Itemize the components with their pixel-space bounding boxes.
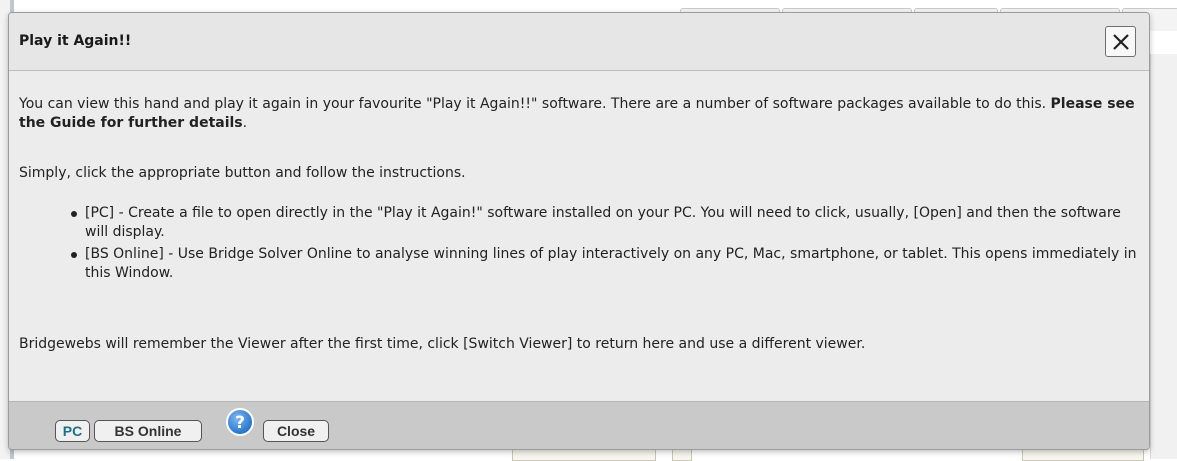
svg-text:?: ? [235,413,245,433]
pc-option-text: [PC] - Create a file to open directly in… [85,205,1121,240]
background-right-panel [1150,54,1177,459]
close-icon [1113,34,1129,50]
help-icon: ? [226,408,254,436]
dialog-footer: PC BS Online ? Close [9,401,1149,449]
bs-online-button[interactable]: BS Online [94,420,202,442]
question-help-icon[interactable]: ? [225,407,255,437]
list-item: [PC] - Create a file to open directly in… [19,204,1139,242]
dialog-content: You can view this hand and play it again… [9,71,1149,401]
dialog-title: Play it Again!! [19,33,132,49]
intro-text: You can view this hand and play it again… [19,96,1051,112]
remember-viewer-paragraph: Bridgewebs will remember the Viewer afte… [19,336,866,352]
instructions-paragraph: Simply, click the appropriate button and… [19,165,466,181]
list-item: [BS Online] - Use Bridge Solver Online t… [19,245,1139,283]
bs-online-option-text: [BS Online] - Use Bridge Solver Online t… [85,246,1137,281]
play-it-again-dialog: Play it Again!! You can view this hand a… [8,12,1150,450]
pc-button[interactable]: PC [55,420,90,442]
intro-paragraph: You can view this hand and play it again… [19,95,1139,133]
bullet-dot [71,211,77,217]
dialog-titlebar: Play it Again!! [9,13,1149,71]
intro-end: . [242,115,248,131]
bullet-dot [71,252,77,258]
close-x-icon[interactable] [1105,26,1136,57]
viewer-options-list: [PC] - Create a file to open directly in… [19,204,1139,286]
close-button[interactable]: Close [263,420,329,442]
